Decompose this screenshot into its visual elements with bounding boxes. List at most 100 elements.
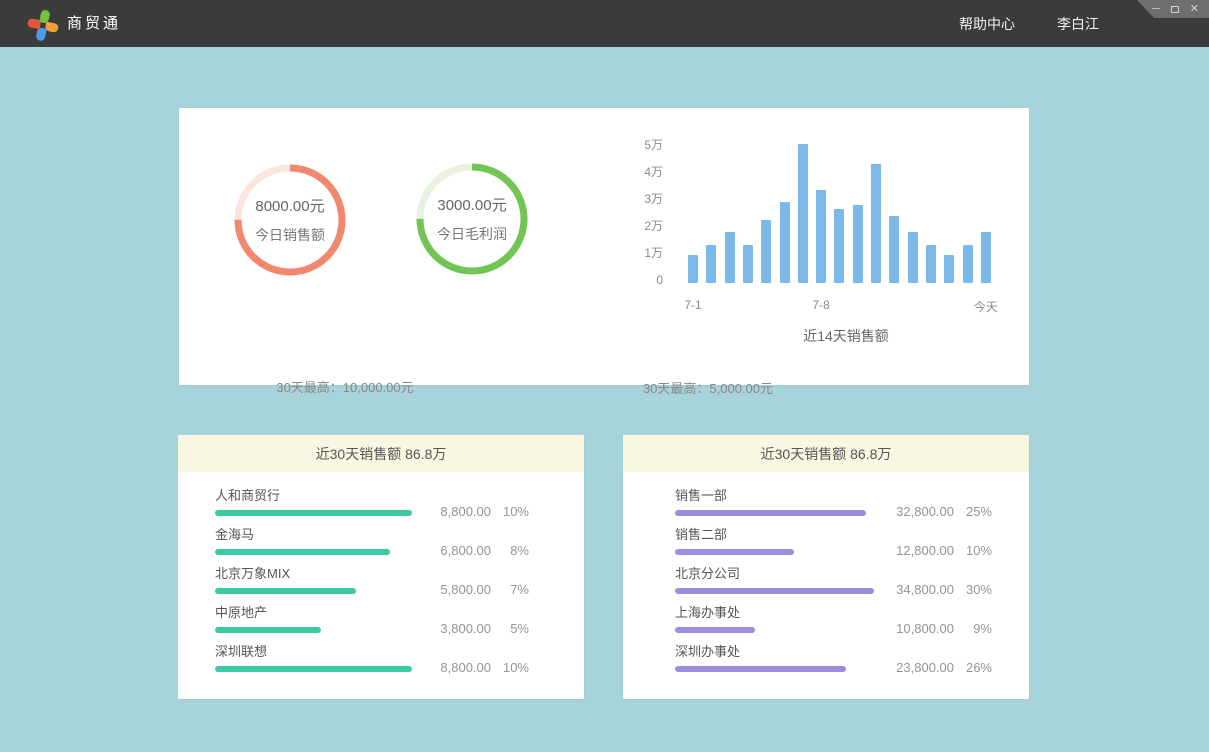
rank-row-percent: 10% (491, 660, 529, 675)
rank-row-amount: 8,800.00 (417, 504, 491, 519)
rank-row-amount: 6,800.00 (417, 543, 491, 558)
rank-row-bar (675, 588, 874, 594)
profit-30day-max: 30天最高：5,000.00元 (588, 378, 828, 397)
today-profit-label: 今日毛利润 (437, 224, 507, 244)
rank-row-value: 3,800.005% (417, 621, 529, 636)
rank-row-amount: 5,800.00 (417, 582, 491, 597)
x-tick-label: 今天 (956, 298, 1016, 315)
rank-row-label: 深圳办事处 (675, 644, 992, 659)
rank-row-value: 10,800.009% (880, 621, 992, 636)
rank-row-value: 6,800.008% (417, 543, 529, 558)
y-tick-label: 2万 (627, 219, 663, 233)
logo-petal-blue (35, 27, 47, 42)
chart-bar (908, 232, 918, 283)
rank-row-percent: 5% (491, 621, 529, 636)
today-sales-value: 8000.00元 (255, 195, 324, 216)
chart-bar (926, 245, 936, 283)
close-icon[interactable]: ✕ (1190, 4, 1199, 14)
rank-row-value: 5,800.007% (417, 582, 529, 597)
chart-bar (944, 255, 954, 283)
rank-row-value: 34,800.0030% (880, 582, 992, 597)
rank-row-label: 中原地产 (215, 605, 529, 620)
chart-bar (834, 209, 844, 283)
rank-row-bar (215, 666, 412, 672)
chart-bar (981, 232, 991, 283)
app-logo-pinwheel-icon (27, 6, 60, 39)
rank-row-percent: 7% (491, 582, 529, 597)
chart-bar (725, 232, 735, 283)
rank-row-label: 北京万象MIX (215, 566, 529, 581)
rank-row-bar (215, 588, 356, 594)
window-controls: ─ ✕ (1137, 0, 1209, 18)
list-item: 深圳办事处23,800.0026% (675, 644, 992, 672)
today-profit-donut: 3000.00元 今日毛利润 30天最高：5,000.00元 (414, 161, 530, 277)
titlebar: 商贸通 帮助中心 李白江 ─ ✕ (0, 0, 1209, 47)
list-item: 销售一部32,800.0025% (675, 488, 992, 516)
bar-chart-y-axis: 5万 4万 3万 2万 1万 0 (627, 138, 663, 298)
y-tick-label: 3万 (627, 192, 663, 206)
app-title: 商贸通 (67, 0, 121, 47)
rank-row-amount: 32,800.00 (880, 504, 954, 519)
y-tick-label: 0 (627, 273, 663, 287)
today-profit-value: 3000.00元 (437, 194, 506, 215)
y-tick-label: 1万 (627, 246, 663, 260)
chart-bar (780, 202, 790, 283)
user-menu[interactable]: 李白江 (1057, 14, 1099, 34)
today-sales-label: 今日销售额 (255, 225, 325, 245)
bar-chart-x-axis: 7-17-8今天 (688, 298, 1008, 312)
rank-row-value: 32,800.0025% (880, 504, 992, 519)
rank-row-bar (675, 549, 794, 555)
rank-row-value: 8,800.0010% (417, 660, 529, 675)
rank-row-label: 销售二部 (675, 527, 992, 542)
rank-row-label: 上海办事处 (675, 605, 992, 620)
rank-row-value: 23,800.0026% (880, 660, 992, 675)
rank-card-body: 人和商贸行8,800.0010%金海马6,800.008%北京万象MIX5,80… (178, 472, 584, 672)
customer-ranking-header: 近30天销售额 86.8万 (178, 435, 584, 472)
maximize-icon[interactable] (1171, 4, 1179, 14)
rank-row-percent: 25% (954, 504, 992, 519)
sales-30day-max: 30天最高：10,000.00元 (225, 377, 465, 396)
list-item: 人和商贸行8,800.0010% (215, 488, 529, 516)
y-tick-label: 4万 (627, 165, 663, 179)
customer-ranking-card: 近30天销售额 86.8万 人和商贸行8,800.0010%金海马6,800.0… (178, 435, 584, 699)
bar-chart-plot (688, 108, 1008, 283)
rank-card-body: 销售一部32,800.0025% 销售二部12,800.0010% 北京分公司34,… (623, 472, 1029, 672)
rank-row-percent: 9% (954, 621, 992, 636)
x-tick-label: 7-1 (663, 298, 723, 312)
rank-row-bar (215, 627, 321, 633)
today-sales-donut: 8000.00元 今日销售额 30天最高：10,000.00元 (232, 162, 348, 278)
rank-row-value: 12,800.0010% (880, 543, 992, 558)
chart-bar (853, 205, 863, 283)
rank-row-percent: 8% (491, 543, 529, 558)
bar-chart-title: 近14天销售额 (746, 326, 946, 346)
rank-row-bar (215, 549, 390, 555)
help-center-link[interactable]: 帮助中心 (959, 14, 1015, 34)
rank-row-amount: 8,800.00 (417, 660, 491, 675)
rank-row-amount: 3,800.00 (417, 621, 491, 636)
rank-row-percent: 10% (491, 504, 529, 519)
chart-bar (743, 245, 753, 283)
rank-row-label: 销售一部 (675, 488, 992, 503)
rank-row-amount: 10,800.00 (880, 621, 954, 636)
minimize-icon[interactable]: ─ (1152, 4, 1160, 14)
rank-row-label: 深圳联想 (215, 644, 529, 659)
logo-petal-orange (45, 22, 60, 34)
x-tick-label: 7-8 (791, 298, 851, 312)
rank-row-bar (215, 510, 412, 516)
rank-row-amount: 12,800.00 (880, 543, 954, 558)
chart-bar (889, 216, 899, 284)
list-item: 北京分公司34,800.0030% (675, 566, 992, 594)
rank-row-percent: 10% (954, 543, 992, 558)
rank-row-label: 金海马 (215, 527, 529, 542)
y-tick-label: 5万 (627, 138, 663, 152)
department-ranking-header: 近30天销售额 86.8万 (623, 435, 1029, 472)
rank-row-bar (675, 666, 846, 672)
rank-row-label: 人和商贸行 (215, 488, 529, 503)
rank-row-value: 8,800.0010% (417, 504, 529, 519)
rank-row-amount: 34,800.00 (880, 582, 954, 597)
list-item: 深圳联想8,800.0010% (215, 644, 529, 672)
chart-bar (816, 190, 826, 283)
department-ranking-card: 近30天销售额 86.8万 销售一部32,800.0025% 销售二部12,800… (623, 435, 1029, 699)
chart-bar (963, 245, 973, 283)
rank-row-bar (675, 627, 755, 633)
